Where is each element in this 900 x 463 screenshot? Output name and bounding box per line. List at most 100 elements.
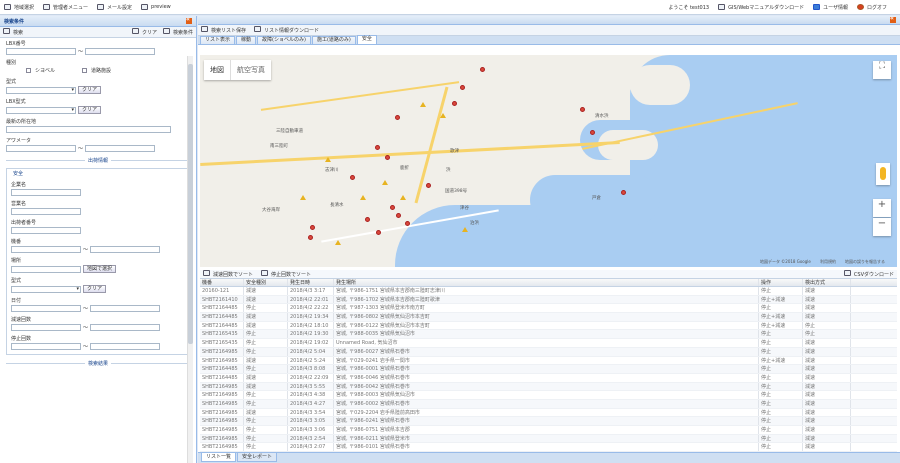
machine-to-input[interactable]: [90, 246, 161, 253]
table-row[interactable]: SHBT2164985 減速 2018/4/3 5:55 宮城, 〒986-0042 …: [200, 382, 897, 392]
table-row[interactable]: SHBT2164485 減速 2018/4/2 22:09 宮城, 〒986-0046…: [200, 373, 897, 383]
warning-marker[interactable]: [420, 102, 426, 107]
event-marker[interactable]: [452, 101, 457, 106]
model-clear-button[interactable]: クリア: [78, 86, 102, 94]
place-input[interactable]: [11, 265, 81, 273]
collapse-right-icon[interactable]: [890, 15, 896, 23]
company-input[interactable]: [11, 189, 81, 196]
table-row[interactable]: SHBT2165435 停止 2018/4/2 19:30 宮城, 〒988-0035…: [200, 330, 897, 340]
decel-to-input[interactable]: [90, 324, 161, 331]
event-marker[interactable]: [480, 67, 485, 72]
map-terms-link[interactable]: 利用規約: [820, 259, 836, 265]
tab-fault[interactable]: 故障(ショベルのみ): [257, 36, 311, 44]
event-marker[interactable]: [580, 107, 585, 112]
model2-clear-button[interactable]: クリア: [83, 285, 107, 293]
table-row[interactable]: SHBT2164985 停止 2018/4/2 5:04 宮城, 〒986-0027 …: [200, 347, 897, 357]
sort-decel-button[interactable]: 減速回数でソート: [203, 270, 253, 278]
warning-marker[interactable]: [462, 227, 468, 232]
manual-download-link[interactable]: GIS/Webマニュアルダウンロード: [718, 4, 804, 11]
zoom-in-button[interactable]: +: [873, 199, 891, 217]
table-row[interactable]: SHBT2164485 停止 2018/4/2 22:22 宮城, 〒987-1303…: [200, 304, 897, 314]
stop-to-input[interactable]: [90, 343, 161, 350]
sort-stop-button[interactable]: 停止回数でソート: [261, 270, 311, 278]
col-datetime[interactable]: 発生日時: [288, 279, 334, 286]
event-marker[interactable]: [426, 183, 431, 188]
table-row[interactable]: SHBT2165435 停止 2018/4/2 19:02 Unnamed Road,…: [200, 339, 897, 348]
conditions-button[interactable]: 検索条件: [162, 28, 193, 36]
shovel-checkbox[interactable]: [26, 68, 31, 73]
event-marker[interactable]: [365, 217, 370, 222]
logout-link[interactable]: ログオフ: [856, 4, 887, 11]
search-tab[interactable]: 検索: [3, 28, 23, 36]
customer-input[interactable]: [11, 208, 81, 215]
fullscreen-button[interactable]: ⛶: [873, 61, 891, 79]
location-input[interactable]: [6, 126, 171, 133]
lbx-to-input[interactable]: [85, 48, 156, 55]
table-row[interactable]: 20160-121 減速 2018/4/3 3:17 宮城, 〒986-1751 宮城…: [200, 287, 897, 296]
map-type-map-button[interactable]: 地図: [204, 60, 231, 80]
event-marker[interactable]: [390, 205, 395, 210]
warning-marker[interactable]: [300, 195, 306, 200]
event-marker[interactable]: [308, 235, 313, 240]
col-place[interactable]: 発生場所: [334, 279, 759, 286]
tab-construction[interactable]: 施工(道路のみ): [311, 36, 356, 44]
mail-settings-link[interactable]: メール設定: [97, 4, 132, 11]
warning-marker[interactable]: [440, 113, 446, 118]
col-machine[interactable]: 機番: [200, 279, 244, 286]
date-to-input[interactable]: [90, 305, 161, 312]
place-map-button[interactable]: 地図で選択: [83, 265, 117, 273]
table-row[interactable]: SHBT2164985 減速 2018/4/3 3:54 宮城, 〒029-2204 …: [200, 408, 897, 418]
warning-marker[interactable]: [400, 195, 406, 200]
clear-button[interactable]: クリア: [131, 28, 157, 36]
lbx-model-select[interactable]: [6, 106, 76, 114]
event-marker[interactable]: [396, 213, 401, 218]
road-checkbox[interactable]: [82, 68, 88, 73]
warning-marker[interactable]: [382, 180, 388, 185]
map-type-aerial-button[interactable]: 航空写真: [231, 60, 271, 80]
warning-marker[interactable]: [325, 157, 331, 162]
event-marker[interactable]: [590, 130, 595, 135]
tab-operation[interactable]: 稼動: [236, 36, 257, 44]
tab-safety-report[interactable]: 安全レポート: [237, 453, 278, 462]
decel-from-input[interactable]: [11, 324, 81, 331]
region-select-link[interactable]: 地域選択: [4, 4, 34, 11]
left-scroll-thumb[interactable]: [188, 64, 193, 344]
user-info-link[interactable]: ユーザ情報: [813, 4, 848, 11]
csv-download-button[interactable]: CSVダウンロード: [843, 270, 894, 278]
table-row[interactable]: SHBT2164485 減速 2018/4/2 18:10 宮城, 〒986-0122…: [200, 321, 897, 331]
event-marker[interactable]: [310, 225, 315, 230]
table-row[interactable]: SHBT2164485 減速 2018/4/2 19:34 宮城, 〒986-0802…: [200, 313, 897, 322]
save-search-button[interactable]: 検索リスト保存: [201, 26, 246, 34]
lbx-model-clear-button[interactable]: クリア: [78, 106, 102, 114]
event-marker[interactable]: [375, 145, 380, 150]
warning-marker[interactable]: [360, 195, 366, 200]
event-marker[interactable]: [621, 190, 626, 195]
admin-menu-link[interactable]: 管理者メニュー: [43, 4, 88, 11]
tab-safety[interactable]: 安全: [356, 35, 377, 44]
table-row[interactable]: SHBT2164985 停止 2018/4/3 3:06 宮城, 〒986-0751 …: [200, 426, 897, 435]
table-row[interactable]: SHBT2164985 停止 2018/4/3 4:27 宮城, 〒986-0002 …: [200, 399, 897, 409]
tab-list-view[interactable]: リスト一覧: [201, 453, 237, 462]
model2-select[interactable]: [11, 285, 81, 293]
lbx-from-input[interactable]: [6, 48, 76, 55]
event-marker[interactable]: [376, 230, 381, 235]
table-row[interactable]: SHBT2164985 停止 2018/4/3 3:05 宮城, 〒986-0241 …: [200, 417, 897, 426]
table-row[interactable]: SHBT2164985 停止 2018/4/3 4:38 宮城, 〒988-0003 …: [200, 391, 897, 400]
stop-from-input[interactable]: [11, 343, 81, 350]
preview-link[interactable]: preview: [141, 4, 171, 10]
event-marker[interactable]: [405, 221, 410, 226]
event-marker[interactable]: [395, 115, 400, 120]
event-marker[interactable]: [460, 85, 465, 90]
meter-to-input[interactable]: [85, 145, 156, 152]
map-view[interactable]: 地図 航空写真 ⛶ + − 南三陸町 志津川 鹿折 浜 大谷海岸 歌津 清水浜 …: [200, 55, 897, 267]
zoom-out-button[interactable]: −: [873, 218, 891, 236]
table-row[interactable]: SHBT2164485 停止 2018/4/3 8:08 宮城, 〒986-0001 …: [200, 365, 897, 374]
meter-from-input[interactable]: [6, 145, 76, 152]
map-report-link[interactable]: 地図の誤りを報告する: [845, 259, 885, 265]
street-view-pegman[interactable]: [876, 163, 890, 185]
col-detection[interactable]: 検出方式: [803, 279, 851, 286]
table-row[interactable]: SHBT2164985 減速 2018/4/2 5:24 宮城, 〒029-0241 …: [200, 356, 897, 366]
warning-marker[interactable]: [335, 240, 341, 245]
event-marker[interactable]: [350, 175, 355, 180]
list-download-button[interactable]: リスト情報ダウンロード: [254, 26, 319, 34]
